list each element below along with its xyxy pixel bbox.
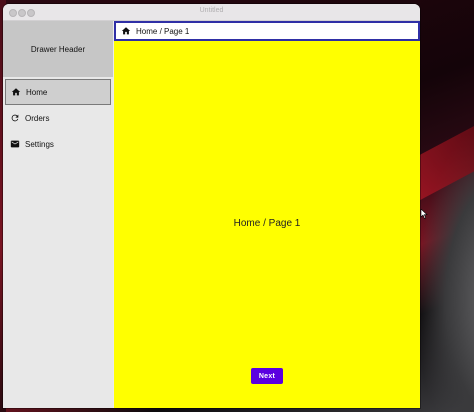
app-window: Untitled Drawer Header Home Orders Setti… — [3, 4, 420, 408]
title-bar[interactable]: Untitled — [3, 4, 420, 21]
home-icon — [10, 86, 22, 98]
window-title: Untitled — [199, 7, 224, 14]
page-title: Home / Page 1 — [233, 218, 301, 229]
navigation-drawer: Drawer Header Home Orders Settings — [3, 21, 113, 408]
drawer-item-orders[interactable]: Orders — [3, 105, 113, 131]
home-icon — [120, 25, 132, 37]
drawer-item-label: Orders — [25, 113, 50, 123]
drawer-items: Home Orders Settings — [3, 79, 113, 157]
app-content: Drawer Header Home Orders Settings Home … — [3, 21, 420, 408]
main-panel: Home / Page 1 Home / Page 1 Next — [114, 21, 420, 408]
mail-icon — [9, 138, 21, 150]
breadcrumb-text: Home / Page 1 — [136, 26, 190, 36]
mouse-cursor-icon — [420, 209, 428, 219]
next-button[interactable]: Next — [251, 368, 283, 384]
drawer-item-home[interactable]: Home — [5, 79, 111, 105]
drawer-item-label: Home — [26, 87, 48, 97]
drawer-item-settings[interactable]: Settings — [3, 131, 113, 157]
drawer-item-label: Settings — [25, 139, 54, 149]
refresh-icon — [9, 112, 21, 124]
drawer-header-label: Drawer Header — [30, 44, 86, 54]
drawer-header: Drawer Header — [3, 21, 113, 77]
breadcrumb[interactable]: Home / Page 1 — [114, 21, 420, 41]
